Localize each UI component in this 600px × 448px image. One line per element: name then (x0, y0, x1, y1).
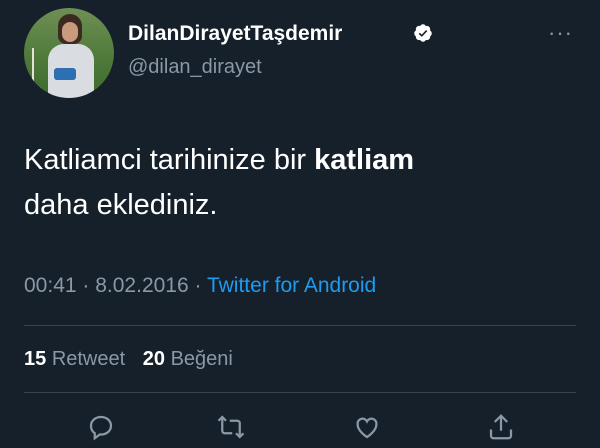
tweet-meta: 00:41 · 8.02.2016 · Twitter for Android (24, 274, 376, 298)
meta-separator: · (188, 274, 207, 297)
like-count[interactable]: 20 (143, 348, 165, 370)
like-label[interactable]: Beğeni (171, 348, 233, 370)
tweet-time[interactable]: 00:41 (24, 274, 77, 297)
tweet-text-bold: katliam (314, 144, 415, 176)
share-icon[interactable] (486, 412, 516, 442)
like-icon[interactable] (352, 412, 382, 442)
avatar-face (62, 22, 78, 42)
tweet-date[interactable]: 8.02.2016 (95, 274, 188, 297)
divider (24, 325, 576, 326)
display-name[interactable]: DilanDirayetTaşdemir (128, 22, 342, 46)
avatar[interactable] (24, 8, 114, 98)
user-handle[interactable]: @dilan_dirayet (128, 56, 262, 79)
verified-badge-icon (414, 24, 432, 42)
tweet-actions (0, 412, 600, 448)
divider (24, 392, 576, 393)
meta-separator: · (76, 274, 96, 297)
more-options-icon[interactable]: ··· (548, 20, 573, 46)
tweet-stats: 15 Retweet 20 Beğeni (24, 348, 233, 371)
tweet-source-link[interactable]: Twitter for Android (207, 274, 376, 297)
tweet-text-part: daha eklediniz. (24, 189, 218, 221)
retweet-label[interactable]: Retweet (52, 348, 125, 370)
reply-icon[interactable] (86, 412, 116, 442)
retweet-count[interactable]: 15 (24, 348, 46, 370)
tweet-text-part: Katliamci tarihinize bir (24, 144, 315, 176)
avatar-badge (54, 68, 76, 80)
retweet-icon[interactable] (216, 412, 246, 442)
avatar-background (32, 48, 34, 98)
tweet-text: Katliamci tarihinize bir katliam daha ek… (24, 138, 564, 228)
